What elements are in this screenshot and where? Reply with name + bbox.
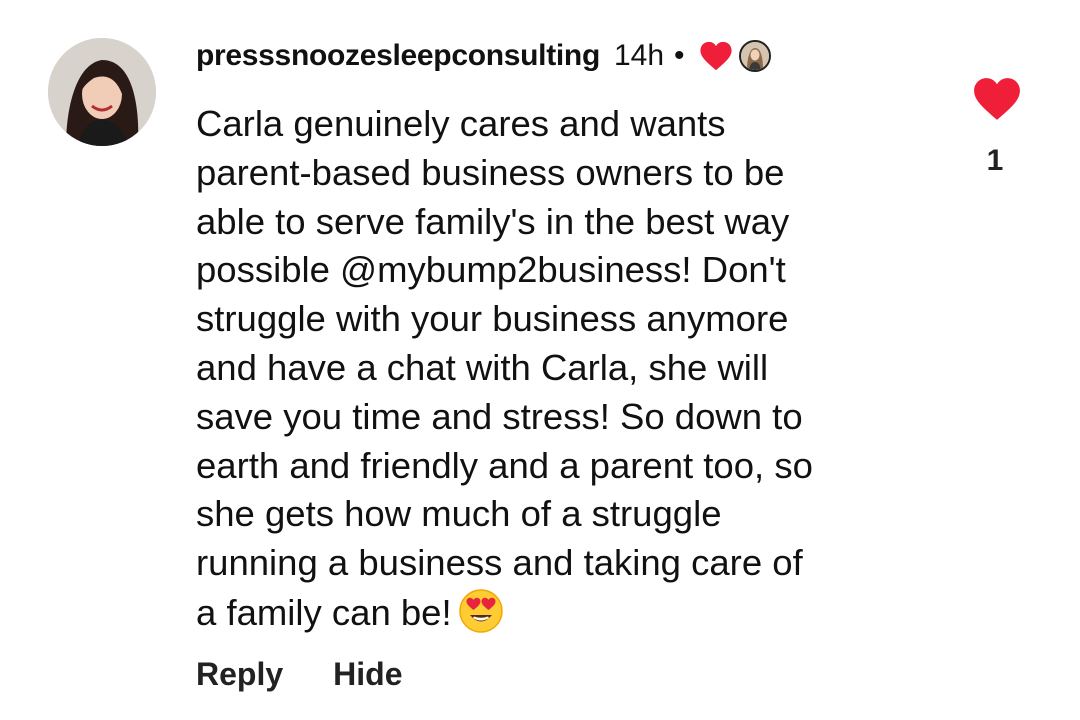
comment-line: struggle with your business anymore	[196, 298, 789, 340]
comment: presssnoozesleepconsulting 14h • Carla g…	[0, 0, 1080, 720]
profile-photo	[48, 38, 156, 146]
comment-line: earth and friendly and a parent too, so	[196, 444, 813, 486]
heart-eyes-emoji-icon	[458, 588, 504, 634]
comment-text: Carla genuinely cares and wants parent-b…	[196, 100, 916, 638]
comment-line: able to serve family's in the best way	[196, 200, 790, 242]
comment-last-line: a family can be!	[196, 588, 916, 638]
avatar[interactable]	[48, 38, 156, 146]
comment-line: Carla genuinely cares and wants	[196, 103, 726, 144]
comment-line: parent-based business owners to be	[196, 151, 785, 193]
reply-button[interactable]: Reply	[196, 656, 283, 693]
comment-line: running a business and taking care of	[196, 542, 803, 584]
username[interactable]: presssnoozesleepconsulting	[196, 39, 600, 73]
creator-avatar-icon	[738, 40, 771, 72]
comment-line: possible @mybump2business! Don't	[196, 249, 786, 291]
comment-line: and have a chat with Carla, she will	[196, 346, 769, 388]
comment-line: save you time and stress! So down to	[196, 395, 803, 437]
creator-liked-heart-icon	[699, 40, 733, 72]
timestamp: 14h	[613, 39, 665, 72]
comment-header: presssnoozesleepconsulting 14h •	[196, 34, 771, 78]
comment-line: a family can be!	[196, 591, 452, 633]
comment-line: she gets how much of a struggle	[196, 493, 722, 535]
separator-dot: •	[674, 39, 685, 72]
like-heart-icon[interactable]	[972, 76, 1022, 122]
hide-button[interactable]: Hide	[333, 656, 402, 693]
comment-actions: Reply Hide	[196, 656, 402, 693]
like-count: 1	[986, 144, 1004, 177]
